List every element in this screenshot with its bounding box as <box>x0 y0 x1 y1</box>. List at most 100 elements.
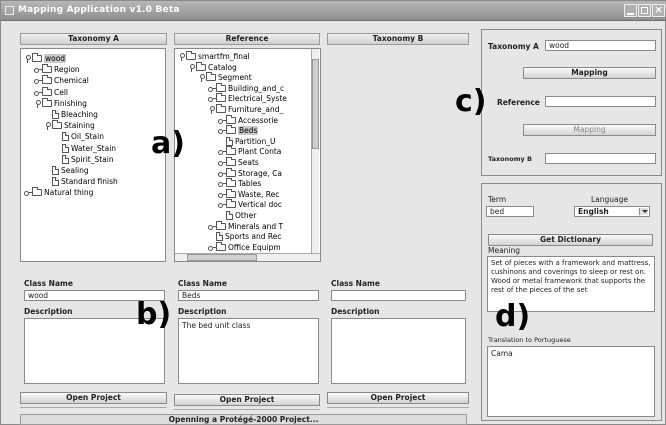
tree-node-label: Partition_U <box>235 136 276 146</box>
tree-node[interactable]: Electrical_Syste <box>208 93 287 104</box>
open-project-ref-button[interactable]: Open Project <box>174 394 320 406</box>
tree-node[interactable]: Tables <box>218 178 261 189</box>
open-project-b-button[interactable]: Open Project <box>327 392 469 404</box>
tree-node[interactable]: Standard finish <box>44 176 118 187</box>
tree-node[interactable]: Waste, Rec <box>218 188 279 200</box>
collapsed-handle-icon[interactable] <box>218 127 226 135</box>
tree-node[interactable]: Staining <box>44 120 95 131</box>
reference-tree[interactable]: smartfm_final Catalog Segment Building_and_… <box>174 48 321 262</box>
tree-node[interactable]: Spirit_Stain <box>54 154 114 165</box>
close-button[interactable]: × <box>652 3 665 17</box>
minimize-button[interactable] <box>624 4 637 17</box>
tree-node[interactable]: Cell <box>34 86 69 98</box>
tree-node[interactable]: Other <box>218 210 256 221</box>
tree-node[interactable]: Minerals and T <box>208 220 284 232</box>
expanded-handle-icon[interactable] <box>178 53 185 61</box>
collapsed-handle-icon[interactable] <box>218 170 226 177</box>
tree-node-label: Sealing <box>61 166 89 175</box>
mapping-reference-field[interactable] <box>545 96 656 107</box>
collapsed-handle-icon[interactable] <box>208 95 216 103</box>
mapping-taxonomy-b-field[interactable] <box>545 153 656 164</box>
tree-node[interactable]: Vertical doc <box>218 199 282 210</box>
reference-tree-hscrollbar[interactable] <box>175 253 320 261</box>
tree-node[interactable]: Chemical <box>34 75 89 86</box>
tree-node-label: Tables <box>238 179 262 189</box>
expanded-handle-icon[interactable] <box>24 55 31 63</box>
tree-node[interactable]: wood <box>24 53 67 64</box>
tree-node-label: Bleaching <box>61 110 98 119</box>
app-window: Mapping Application v1.0 Beta × Taxonomy… <box>0 0 666 425</box>
collapsed-handle-icon[interactable] <box>34 89 42 96</box>
class-ref-description-field[interactable]: The bed unit class <box>178 318 319 384</box>
vscroll-thumb[interactable] <box>312 59 319 149</box>
collapsed-handle-icon[interactable] <box>208 244 216 251</box>
tree-node[interactable]: Finishing <box>34 97 87 109</box>
folder-icon <box>52 120 62 130</box>
mapping-taxonomy-a-field[interactable]: wood <box>545 40 656 51</box>
collapsed-handle-icon[interactable] <box>218 201 226 209</box>
divider <box>20 407 167 408</box>
tree-node[interactable]: Bleaching <box>44 109 98 120</box>
collapsed-handle-icon[interactable] <box>218 117 226 124</box>
tree-node[interactable]: Oil_Stain <box>54 131 104 142</box>
collapsed-handle-icon[interactable] <box>34 77 42 85</box>
maximize-button[interactable] <box>638 4 651 17</box>
language-select[interactable]: English <box>574 206 650 217</box>
tree-node[interactable]: Beds <box>218 125 259 136</box>
collapsed-handle-icon[interactable] <box>34 66 42 74</box>
tree-node-label: Beds <box>238 126 259 136</box>
tree-node[interactable]: smartfm_final <box>178 51 250 62</box>
tree-node-label: Seats <box>238 158 259 167</box>
tree-node[interactable]: Building_and_c <box>208 82 285 94</box>
tree-node-label: Minerals and T <box>228 221 284 231</box>
expanded-handle-icon[interactable] <box>188 63 195 72</box>
taxonomy-a-tree[interactable]: wood Region Chemical Cell Finishing Bleaching… <box>20 48 166 262</box>
tree-node[interactable]: Furniture_and_ <box>208 104 283 115</box>
translation-field[interactable]: Cama <box>487 346 655 417</box>
reference-tree-vscrollbar[interactable] <box>311 49 319 253</box>
tree-node[interactable]: Region <box>34 64 80 75</box>
mapping-button-2[interactable]: Mapping <box>523 124 656 136</box>
tree-node[interactable]: Seats <box>218 157 259 168</box>
mapping-button[interactable]: Mapping <box>523 67 656 79</box>
document-icon <box>52 166 59 175</box>
tree-node-label: Cell <box>54 87 69 97</box>
class-b-name-field[interactable] <box>331 290 466 301</box>
tree-node[interactable]: Segment <box>198 72 252 83</box>
tree-node[interactable]: Plant Conta <box>218 146 281 157</box>
class-b-description-field[interactable] <box>331 318 466 384</box>
title-bar: Mapping Application v1.0 Beta × <box>1 1 666 21</box>
tree-node-label: Electrical_Syste <box>228 94 287 104</box>
get-dictionary-button[interactable]: Get Dictionary <box>488 234 653 246</box>
meaning-label: Meaning <box>488 246 521 255</box>
tree-node[interactable]: Sealing <box>44 165 89 176</box>
expanded-handle-icon[interactable] <box>34 99 41 108</box>
open-project-a-button[interactable]: Open Project <box>20 392 167 404</box>
collapsed-handle-icon[interactable] <box>218 148 226 156</box>
collapsed-handle-icon[interactable] <box>208 85 216 92</box>
tree-node[interactable]: Sports and Rec <box>208 231 282 242</box>
expanded-handle-icon[interactable] <box>198 74 205 83</box>
collapsed-handle-icon[interactable] <box>218 159 226 166</box>
tree-node-label: Water_Stain <box>71 143 117 153</box>
term-field[interactable]: bed <box>486 206 534 217</box>
tree-node-label: Building_and_c <box>228 83 285 93</box>
collapsed-handle-icon[interactable] <box>208 223 216 230</box>
class-ref-name-field[interactable]: Beds <box>178 290 319 301</box>
collapsed-handle-icon[interactable] <box>218 191 226 198</box>
tree-node[interactable]: Accessorie <box>218 114 278 126</box>
tree-node[interactable]: Office Equipm <box>208 241 281 253</box>
chevron-down-icon[interactable] <box>639 208 648 215</box>
tree-node[interactable]: Storage, Ca <box>218 167 282 179</box>
expanded-handle-icon[interactable] <box>44 122 51 131</box>
collapsed-handle-icon[interactable] <box>218 180 226 188</box>
tree-node[interactable]: Partition_U <box>218 136 276 147</box>
folder-icon <box>216 93 226 103</box>
tree-node[interactable]: Catalog <box>188 61 237 73</box>
hscroll-thumb[interactable] <box>187 254 257 261</box>
tree-node[interactable]: Natural thing <box>24 187 93 198</box>
collapsed-handle-icon[interactable] <box>24 189 32 197</box>
expanded-handle-icon[interactable] <box>208 106 215 114</box>
mapping-taxonomy-a-label: Taxonomy A <box>488 42 539 51</box>
tree-node[interactable]: Water_Stain <box>54 143 116 154</box>
